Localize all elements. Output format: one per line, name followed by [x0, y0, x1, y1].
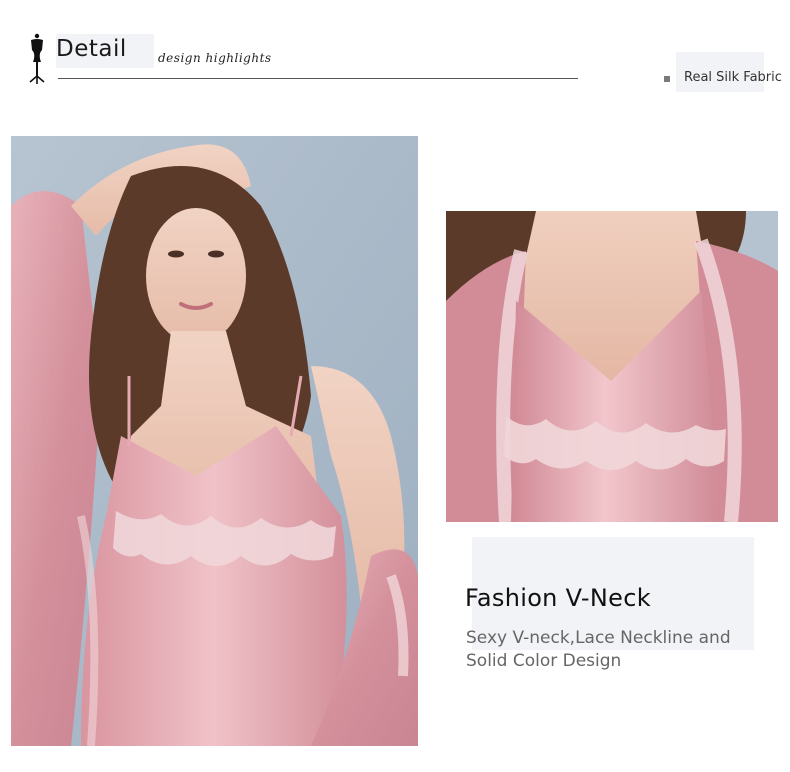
feature-description: Sexy V-neck,Lace Neckline and Solid Colo…: [466, 628, 731, 671]
neckline-detail-photo: [446, 211, 778, 522]
section-subtitle: design highlights: [158, 51, 272, 65]
feature-title: Fashion V-Neck: [465, 584, 651, 612]
section-title: Detail: [56, 36, 127, 62]
mannequin-icon: [29, 33, 45, 84]
fabric-tag: Real Silk Fabric: [684, 70, 782, 85]
header-divider: [58, 78, 578, 79]
square-bullet-icon: [664, 76, 670, 82]
main-product-photo: [11, 136, 418, 746]
